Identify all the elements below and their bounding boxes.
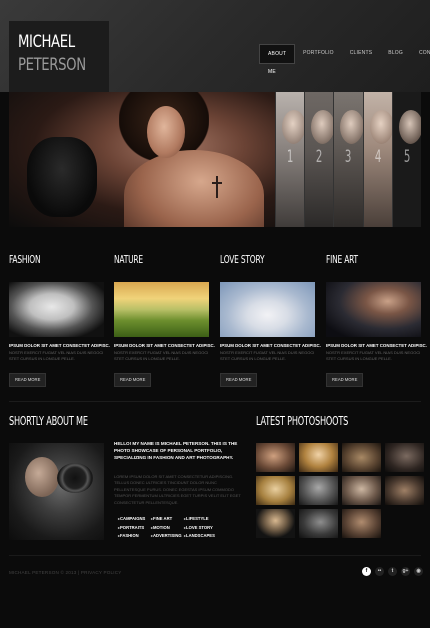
facebook-icon[interactable]: f <box>362 567 371 576</box>
slide-number: 1 <box>286 147 294 167</box>
category-text: NOSTR EXERCIT FUGIAT VEL NIAS DUIS NEGOC… <box>114 350 209 361</box>
service-tags: CAMPAIGNS FINE ART LIFESTYLE PORTRAITS M… <box>118 516 220 538</box>
flickr-icon[interactable]: •• <box>375 567 384 576</box>
photoshoot-thumb[interactable] <box>299 509 338 538</box>
read-more-button[interactable]: READ MORE <box>9 373 47 387</box>
logo-last-name: PETERSON <box>18 55 86 75</box>
logo-first-name: MICHAEL <box>18 32 75 52</box>
photoshoot-thumb[interactable] <box>385 476 424 505</box>
photoshoot-thumb[interactable] <box>299 443 338 472</box>
category-heading: IPSUM DOLOR SIT AMET CONSECTET ADIPISC. <box>220 343 321 348</box>
photoshoot-thumb[interactable] <box>299 476 338 505</box>
read-more-button[interactable]: READ MORE <box>220 373 258 387</box>
twitter-icon[interactable]: t <box>388 567 397 576</box>
tag-link[interactable]: LOVE STORY <box>184 525 220 530</box>
about-intro: HELLO! MY NAME IS MICHAEL PETERSON. THIS… <box>114 441 238 460</box>
category-fashion: FASHION IPSUM DOLOR SIT AMET CONSECTET A… <box>9 253 110 387</box>
slide-thumb-1[interactable]: 1 <box>275 92 305 227</box>
photoshoot-thumb[interactable] <box>342 509 381 538</box>
google-plus-icon[interactable]: g+ <box>401 567 410 576</box>
photoshoot-thumb[interactable] <box>256 443 295 472</box>
hero-thumbnails: 1 2 3 4 5 <box>275 92 421 227</box>
nav-item-about-me[interactable]: ABOUT ME <box>259 44 296 75</box>
category-love-story: LOVE STORY IPSUM DOLOR SIT AMET CONSECTE… <box>220 253 321 387</box>
tag-link[interactable]: FASHION <box>118 533 151 538</box>
slide-thumb-5[interactable]: 5 <box>391 92 421 227</box>
category-heading: IPSUM DOLOR SIT AMET CONSECTET ADIPISC. <box>114 343 215 348</box>
category-image[interactable] <box>114 282 209 337</box>
tag-link[interactable]: LIFESTYLE <box>184 516 220 521</box>
site-header: MICHAEL PETERSON ABOUT ME PORTFOLIO CLIE… <box>0 0 430 92</box>
main-nav: ABOUT ME PORTFOLIO CLIENTS BLOG CONTACTS <box>259 44 430 75</box>
photoshoots-gallery <box>256 443 424 538</box>
slide-number: 4 <box>374 147 381 167</box>
logo[interactable]: MICHAEL PETERSON <box>9 21 109 92</box>
rss-icon[interactable]: ◉ <box>414 567 423 576</box>
category-heading: IPSUM DOLOR SIT AMET CONSECTET ADIPISC. <box>326 343 427 348</box>
footer-divider <box>9 555 421 556</box>
slide-number: 3 <box>345 147 352 167</box>
slide-number: 5 <box>403 147 411 167</box>
nav-item-clients[interactable]: CLIENTS <box>342 44 381 62</box>
category-image[interactable] <box>9 282 104 337</box>
category-title: FINE ART <box>326 253 358 266</box>
section-divider <box>9 401 421 402</box>
nav-item-contacts[interactable]: CONTACTS <box>411 44 430 62</box>
photoshoot-thumb[interactable] <box>342 476 381 505</box>
category-fine-art: FINE ART IPSUM DOLOR SIT AMET CONSECTET … <box>326 253 427 387</box>
about-text: LOREM IPSUM DOLOR SIT AMET CONSECTETUR A… <box>114 474 241 505</box>
hero-slider: 1 2 3 4 5 <box>9 92 421 227</box>
category-nature: NATURE IPSUM DOLOR SIT AMET CONSECTET AD… <box>114 253 215 387</box>
tag-link[interactable]: FINE ART <box>151 516 184 521</box>
photoshoot-thumb[interactable] <box>256 476 295 505</box>
hero-main-image <box>9 92 275 227</box>
slide-thumb-2[interactable]: 2 <box>304 92 334 227</box>
slide-number: 2 <box>316 147 323 167</box>
category-image[interactable] <box>220 282 315 337</box>
nav-item-blog[interactable]: BLOG <box>380 44 411 62</box>
category-text: NOSTR EXERCIT FUGIAT VEL NIAS DUIS NEGOC… <box>220 350 315 361</box>
nav-item-portfolio[interactable]: PORTFOLIO <box>295 44 342 62</box>
category-heading: IPSUM DOLOR SIT AMET CONSECTET ADIPISC. <box>9 343 110 348</box>
photoshoot-thumb[interactable] <box>342 443 381 472</box>
category-image[interactable] <box>326 282 421 337</box>
tag-link[interactable]: LANDSCAPES <box>184 533 220 538</box>
category-text: NOSTR EXERCIT FUGIAT VEL NIAS DUIS NEGOC… <box>9 350 104 361</box>
tag-link[interactable]: ADVERTISING <box>151 533 184 538</box>
about-section-title: SHORTLY ABOUT ME <box>9 414 88 428</box>
footer-copyright[interactable]: MICHAEL PETERSON © 2013 | PRIVACY POLICY <box>9 570 122 575</box>
photoshoot-thumb[interactable] <box>256 509 295 538</box>
tag-link[interactable]: CAMPAIGNS <box>118 516 151 521</box>
read-more-button[interactable]: READ MORE <box>114 373 152 387</box>
category-title: NATURE <box>114 253 143 266</box>
category-text: NOSTR EXERCIT FUGIAT VEL NIAS DUIS NEGOC… <box>326 350 421 361</box>
tag-link[interactable]: MOTION <box>151 525 184 530</box>
category-title: LOVE STORY <box>220 253 265 266</box>
about-photo <box>9 443 104 540</box>
photoshoots-section-title: LATEST PHOTOSHOOTS <box>256 414 349 428</box>
slide-thumb-3[interactable]: 3 <box>333 92 363 227</box>
category-title: FASHION <box>9 253 41 266</box>
social-links: f •• t g+ ◉ <box>362 567 423 576</box>
photoshoot-thumb[interactable] <box>385 443 424 472</box>
tag-link[interactable]: PORTRAITS <box>118 525 151 530</box>
slide-thumb-4[interactable]: 4 <box>362 92 392 227</box>
read-more-button[interactable]: READ MORE <box>326 373 364 387</box>
